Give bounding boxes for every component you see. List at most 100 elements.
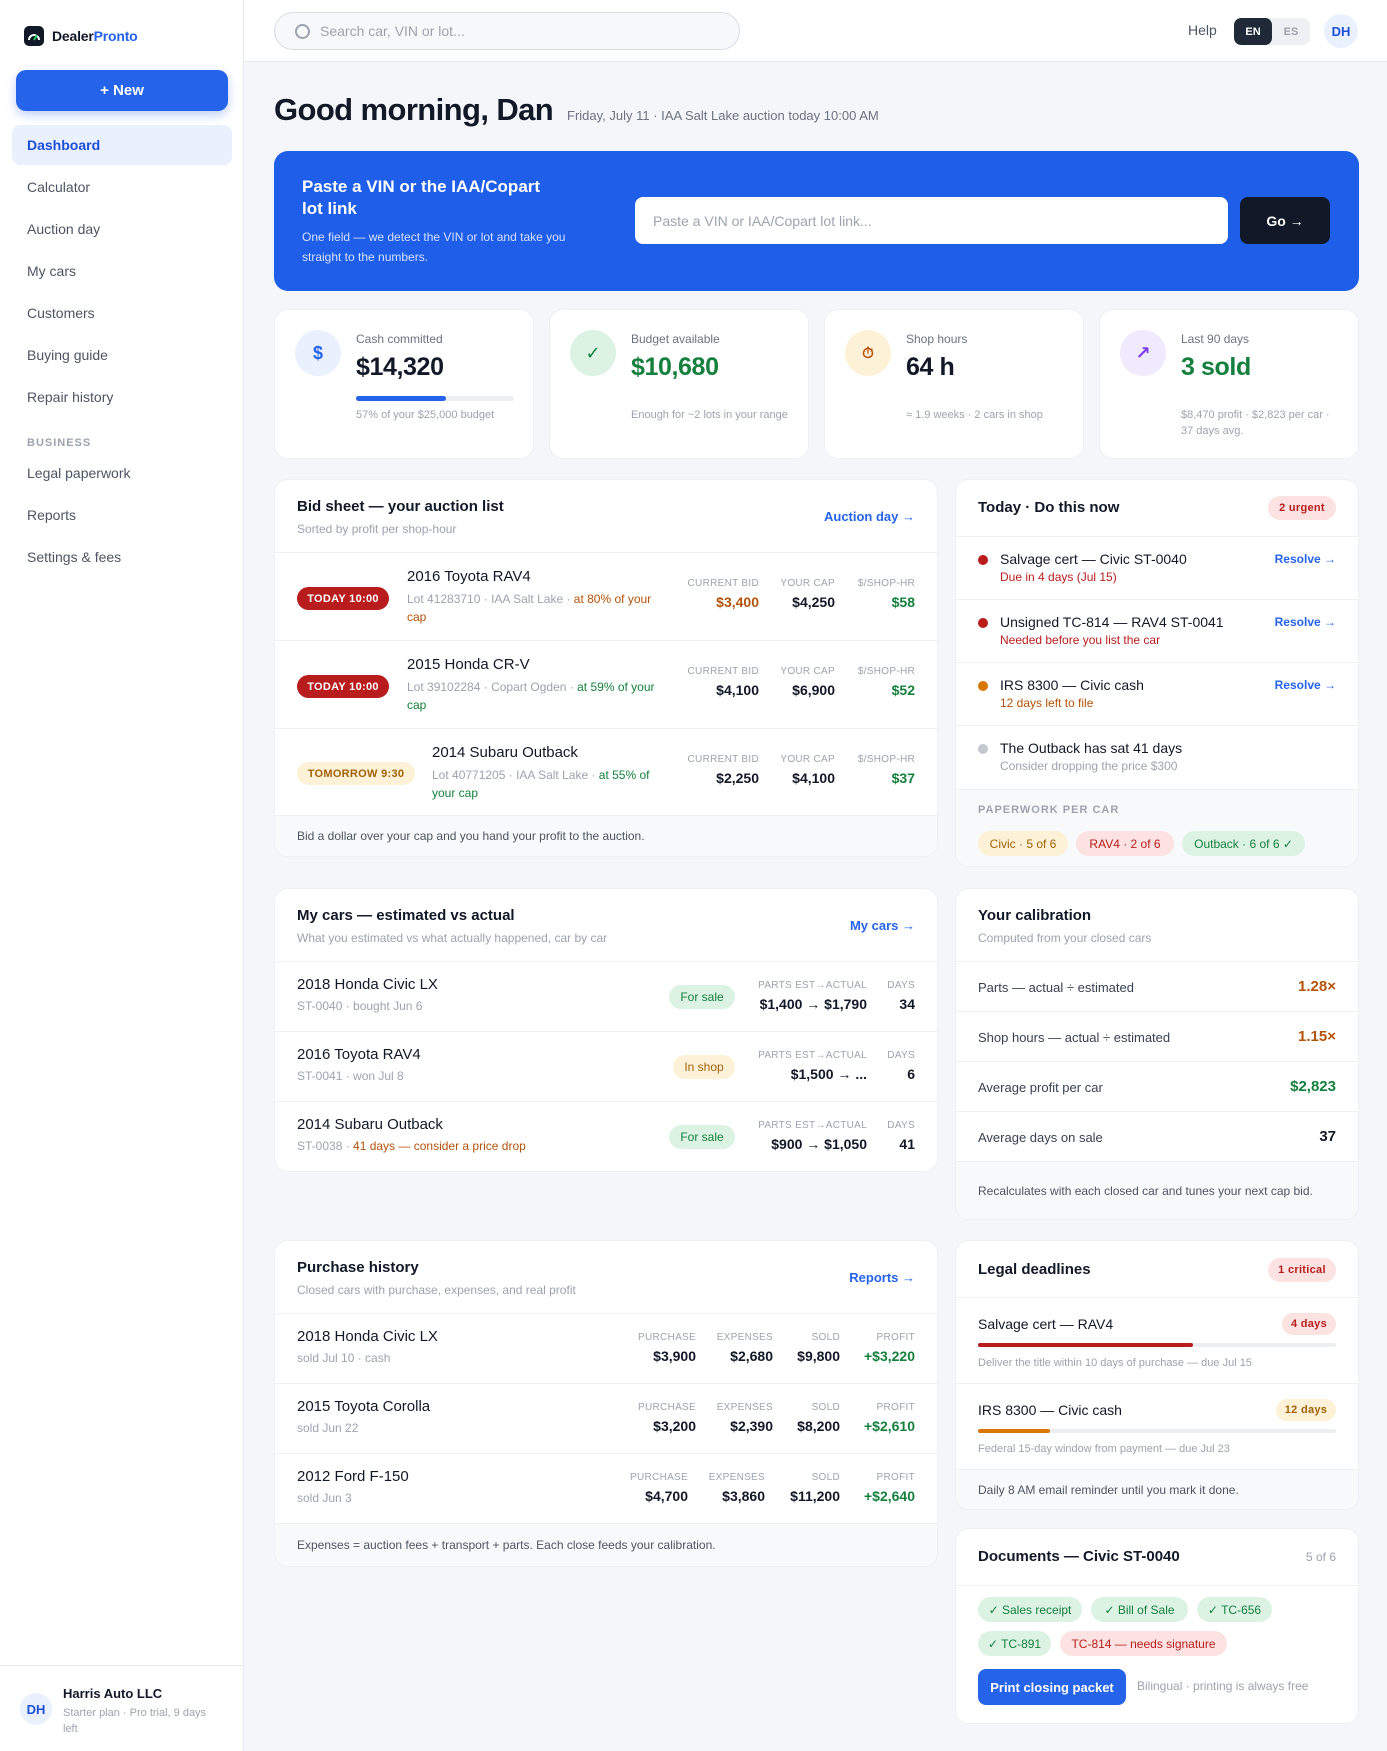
task-item[interactable]: IRS 8300 — Civic cash 12 days left to fi… bbox=[956, 663, 1358, 726]
deadline-days-badge: 4 days bbox=[1282, 1313, 1336, 1335]
go-button[interactable]: Go → bbox=[1240, 197, 1330, 244]
deadline-sub: Federal 15-day window from payment — due… bbox=[978, 1443, 1230, 1455]
calibration-card: Your calibration Computed from your clos… bbox=[955, 888, 1359, 1220]
lot-detail: Lot 40771205 · IAA Salt Lake · at 55% of… bbox=[432, 768, 650, 800]
new-button[interactable]: + New bbox=[16, 70, 228, 111]
current-bid-value: $2,250 bbox=[716, 770, 759, 786]
brand-name: DealerPronto bbox=[52, 28, 138, 44]
table-row[interactable]: TODAY 10:00 2015 Honda CR-V Lot 39102284… bbox=[275, 641, 937, 729]
car-name: 2015 Toyota Corolla bbox=[297, 1398, 431, 1415]
col-purchase: PURCHASE bbox=[630, 1472, 688, 1483]
car-sub: ST-0041 · won Jul 8 bbox=[297, 1069, 404, 1083]
deadline-item[interactable]: Salvage cert — RAV4 4 days Deliver the t… bbox=[956, 1298, 1358, 1384]
check-icon: ✓ bbox=[570, 330, 616, 376]
sidebar-item-auction-day[interactable]: Auction day bbox=[12, 209, 232, 249]
resolve-button[interactable]: Resolve → bbox=[1275, 678, 1336, 692]
deadline-item[interactable]: IRS 8300 — Civic cash 12 days Federal 15… bbox=[956, 1384, 1358, 1470]
doc-chip-bill-of-sale[interactable]: ✓ Bill of Sale bbox=[1091, 1597, 1188, 1622]
paperwork-chip-rav4[interactable]: RAV4 · 2 of 6 bbox=[1076, 831, 1174, 856]
car-name: 2018 Honda Civic LX bbox=[297, 976, 438, 993]
my-cars-link[interactable]: My cars → bbox=[850, 918, 915, 933]
doc-chip-tc-814[interactable]: TC-814 — needs signature bbox=[1060, 1631, 1227, 1656]
account-summary[interactable]: DH Harris Auto LLC Starter plan · Pro tr… bbox=[0, 1665, 243, 1751]
reports-link[interactable]: Reports → bbox=[849, 1270, 915, 1285]
col-expenses: EXPENSES bbox=[716, 1332, 773, 1343]
sidebar: DealerPronto + New Dashboard Calculator … bbox=[0, 0, 244, 1751]
user-avatar[interactable]: DH bbox=[1324, 14, 1358, 48]
purchase-value: $3,900 bbox=[653, 1348, 696, 1364]
sidebar-item-settings[interactable]: Settings & fees bbox=[12, 537, 232, 577]
table-row[interactable]: 2015 Toyota Corolla sold Jun 22 PURCHASE… bbox=[275, 1384, 937, 1454]
days-value: 34 bbox=[899, 996, 915, 1012]
status-dot bbox=[978, 744, 988, 754]
car-sub: ST-0040 · bought Jun 6 bbox=[297, 999, 423, 1013]
status-badge: For sale bbox=[669, 1125, 735, 1149]
table-row[interactable]: 2014 Subaru Outback ST-0038 · 41 days — … bbox=[275, 1102, 937, 1171]
lot-detail: Lot 41283710 · IAA Salt Lake · at 80% of… bbox=[407, 592, 652, 624]
print-closing-packet-button[interactable]: Print closing packet bbox=[978, 1669, 1126, 1705]
col-parts: PARTS EST→ACTUAL bbox=[758, 1050, 867, 1061]
page-title: Good morning, Dan bbox=[274, 92, 554, 127]
documents-card: Documents — Civic ST-0040 5 of 6 ✓ Sales… bbox=[955, 1528, 1359, 1724]
dollar-icon: $ bbox=[295, 330, 341, 376]
sidebar-item-calculator[interactable]: Calculator bbox=[12, 167, 232, 207]
stat-note: Enough for ~2 lots in your range bbox=[631, 409, 788, 421]
vin-lookup-subtitle: One field — we detect the VIN or lot and… bbox=[302, 230, 566, 264]
sidebar-item-dashboard[interactable]: Dashboard bbox=[12, 125, 232, 165]
task-item[interactable]: Unsigned TC-814 — RAV4 ST-0041 Needed be… bbox=[956, 600, 1358, 663]
card-title: Bid sheet — your auction list bbox=[297, 498, 504, 515]
col-parts: PARTS EST→ACTUAL bbox=[758, 980, 867, 991]
paperwork-chip-outback[interactable]: Outback · 6 of 6 ✓ bbox=[1182, 831, 1305, 856]
table-row[interactable]: 2012 Ford F-150 sold Jun 3 PURCHASE $4,7… bbox=[275, 1454, 937, 1524]
doc-chip-tc-656[interactable]: ✓ TC-656 bbox=[1197, 1597, 1272, 1622]
sidebar-item-legal-paperwork[interactable]: Legal paperwork bbox=[12, 453, 232, 493]
shop-hr-value: $37 bbox=[891, 770, 915, 786]
search-input[interactable]: Search car, VIN or lot... bbox=[274, 12, 740, 50]
task-item[interactable]: Salvage cert — Civic ST-0040 Due in 4 da… bbox=[956, 537, 1358, 600]
col-days: DAYS bbox=[887, 1050, 915, 1061]
card-header: Today · Do this now 2 urgent bbox=[956, 480, 1358, 537]
sidebar-item-customers[interactable]: Customers bbox=[12, 293, 232, 333]
deadline-progress-bar bbox=[978, 1343, 1336, 1347]
task-item[interactable]: The Outback has sat 41 days Consider dro… bbox=[956, 726, 1358, 789]
card-title: Documents — Civic ST-0040 bbox=[978, 1548, 1180, 1565]
car-name: 2016 Toyota RAV4 bbox=[407, 568, 531, 585]
lang-en-button[interactable]: EN bbox=[1234, 18, 1272, 45]
table-row[interactable]: 2018 Honda Civic LX ST-0040 · bought Jun… bbox=[275, 962, 937, 1032]
col-sold: SOLD bbox=[811, 1332, 840, 1343]
page-subtitle: Friday, July 11 · IAA Salt Lake auction … bbox=[567, 108, 879, 123]
sidebar-nav: Dashboard Calculator Auction day My cars… bbox=[12, 125, 232, 579]
doc-chip-tc-891[interactable]: ✓ TC-891 bbox=[978, 1631, 1051, 1656]
sidebar-item-repair-history[interactable]: Repair history bbox=[12, 377, 232, 417]
task-title: IRS 8300 — Civic cash bbox=[1000, 677, 1144, 693]
sidebar-item-my-cars[interactable]: My cars bbox=[12, 251, 232, 291]
brand-logo[interactable]: DealerPronto bbox=[24, 26, 138, 46]
card-header: Your calibration Computed from your clos… bbox=[956, 889, 1358, 962]
col-days: DAYS bbox=[887, 980, 915, 991]
shop-hr-value: $52 bbox=[891, 682, 915, 698]
table-row[interactable]: 2016 Toyota RAV4 ST-0041 · won Jul 8 In … bbox=[275, 1032, 937, 1102]
table-row[interactable]: TODAY 10:00 2016 Toyota RAV4 Lot 4128371… bbox=[275, 553, 937, 641]
budget-progress-fill bbox=[356, 396, 447, 401]
paperwork-chip-civic[interactable]: Civic · 5 of 6 bbox=[978, 831, 1068, 856]
card-subtitle: Closed cars with purchase, expenses, and… bbox=[297, 1283, 576, 1297]
purchase-value: $4,700 bbox=[645, 1488, 688, 1504]
stat-shop-hours: ⏱ Shop hours 64 h ≈ 1.9 weeks · 2 cars i… bbox=[824, 309, 1084, 459]
table-row[interactable]: TOMORROW 9:30 2014 Subaru Outback Lot 40… bbox=[275, 729, 937, 817]
doc-chip-sales-receipt[interactable]: ✓ Sales receipt bbox=[978, 1597, 1082, 1622]
resolve-button[interactable]: Resolve → bbox=[1275, 552, 1336, 566]
sidebar-item-buying-guide[interactable]: Buying guide bbox=[12, 335, 232, 375]
auction-time-badge: TODAY 10:00 bbox=[297, 587, 389, 610]
col-current-bid: CURRENT BID bbox=[687, 666, 759, 677]
vin-input[interactable]: Paste a VIN or IAA/Copart lot link... bbox=[635, 197, 1228, 244]
lang-es-button[interactable]: ES bbox=[1272, 18, 1310, 45]
resolve-button[interactable]: Resolve → bbox=[1275, 615, 1336, 629]
auction-day-link[interactable]: Auction day → bbox=[824, 509, 915, 524]
card-title: Purchase history bbox=[297, 1259, 419, 1276]
documents-count: 5 of 6 bbox=[1305, 1550, 1336, 1564]
sidebar-item-reports[interactable]: Reports bbox=[12, 495, 232, 535]
topbar: Search car, VIN or lot... Help EN ES DH bbox=[244, 0, 1387, 62]
help-link[interactable]: Help bbox=[1188, 22, 1217, 38]
col-your-cap: YOUR CAP bbox=[780, 578, 835, 589]
table-row[interactable]: 2018 Honda Civic LX sold Jul 10 · cash P… bbox=[275, 1314, 937, 1384]
